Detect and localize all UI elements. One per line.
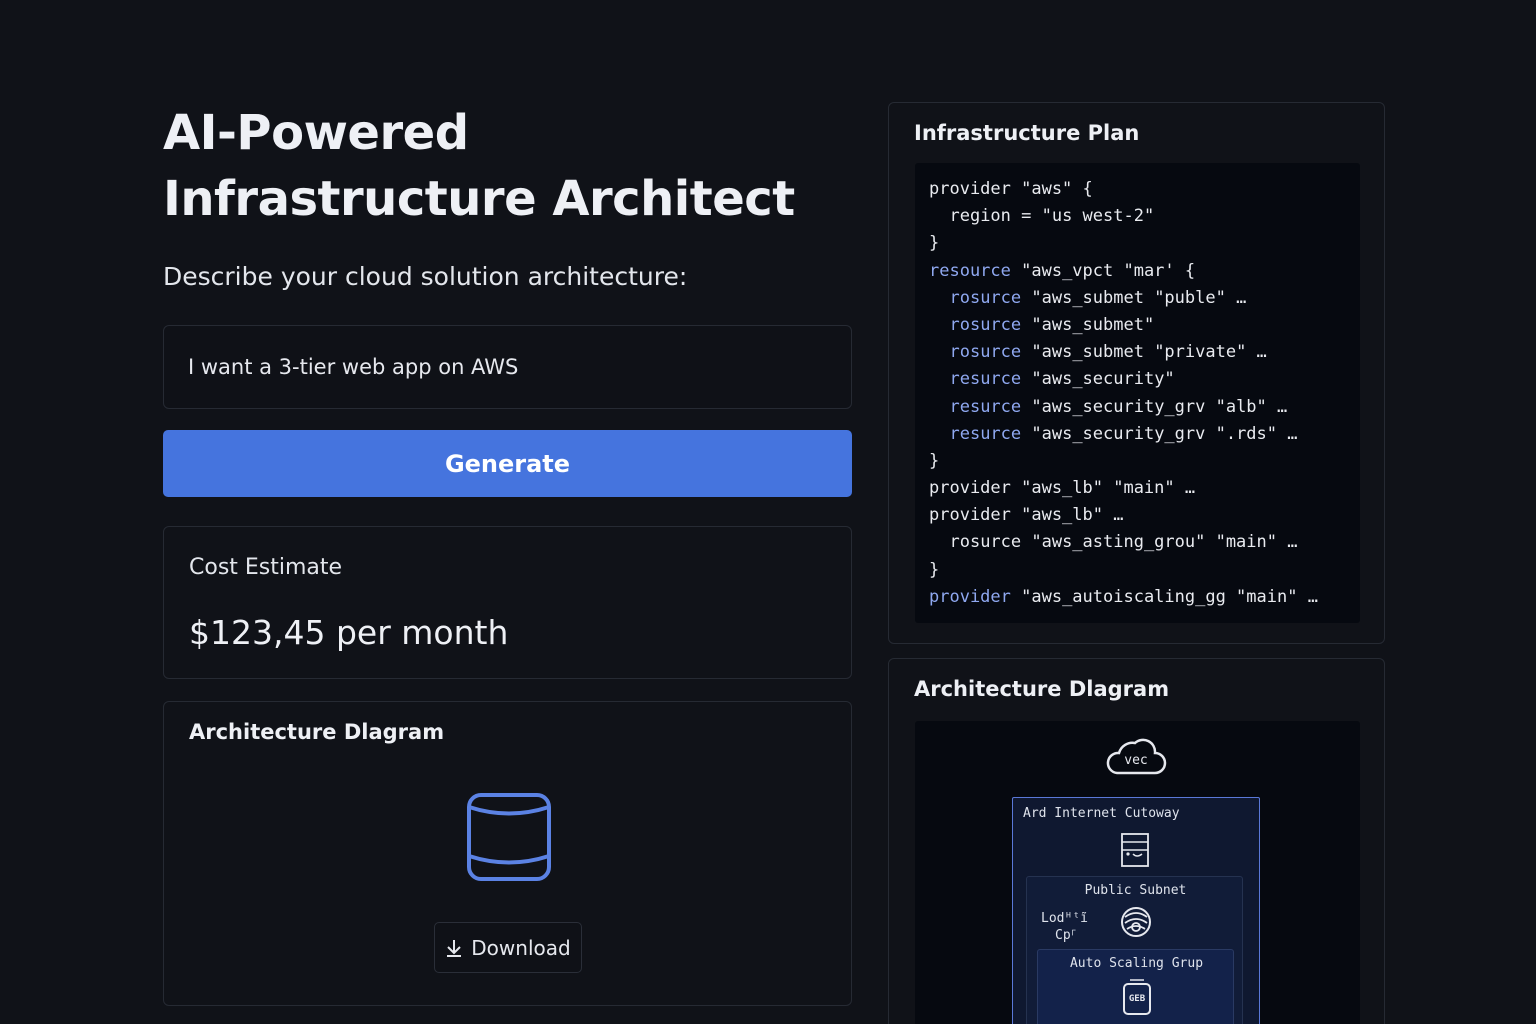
download-label: Download bbox=[471, 935, 571, 960]
architecture-diagram-card: Architecture Dlagram Download bbox=[163, 701, 852, 1006]
code-text: provider "aws_lb" "main" … bbox=[929, 478, 1196, 499]
code-text: region = "us west-2" bbox=[949, 206, 1155, 227]
code-keyword: provider bbox=[929, 586, 1011, 607]
download-icon bbox=[447, 939, 462, 957]
architecture-preview-card: Architecture Dlagram vec Ard Internet Cu… bbox=[888, 658, 1385, 1024]
page-title: AI-Powered Infrastructure Architect bbox=[163, 105, 795, 227]
code-text: "aws_submet "private" … bbox=[1021, 342, 1267, 363]
load-balancer-icon bbox=[1121, 907, 1151, 937]
code-text: "aws_security_grv ".rds" … bbox=[1021, 423, 1298, 444]
code-text: provider "aws" { bbox=[929, 179, 1093, 199]
code-keyword: resurce bbox=[949, 396, 1022, 417]
code-keyword: resurce bbox=[949, 423, 1022, 444]
load-balancer-label-line-1: Lodᴴᵗĩ bbox=[1041, 911, 1088, 926]
cost-estimate-card: Cost Estimate $123,45 per month bbox=[163, 526, 852, 679]
public-subnet-label: Public Subnet bbox=[1084, 883, 1187, 898]
code-line: provider "aws" { bbox=[929, 176, 1360, 203]
app-page: AI-Powered Infrastructure Architect Desc… bbox=[0, 0, 1536, 1024]
code-text: "aws_security" bbox=[1021, 369, 1175, 390]
code-line: rosurce "aws_submet "private" … bbox=[929, 339, 1360, 366]
code-line: } bbox=[929, 557, 1360, 584]
code-text: provider "aws_lb" … bbox=[929, 505, 1124, 526]
code-line: region = "us west-2" bbox=[929, 203, 1360, 230]
code-text: "aws_vpct "mar' { bbox=[1010, 260, 1196, 281]
code-keyword: rosurce bbox=[949, 342, 1022, 363]
auto-scaling-group: Auto Scaling Grup GEB bbox=[1037, 949, 1234, 1024]
code-line: } bbox=[929, 448, 1360, 475]
generate-button[interactable]: Generate bbox=[163, 430, 852, 497]
cost-estimate-value: $123,45 per month bbox=[189, 613, 509, 652]
code-keyword: resurce bbox=[949, 369, 1022, 390]
code-text: } bbox=[929, 559, 940, 580]
ec2-label: GEB bbox=[1128, 994, 1146, 1004]
code-text: rosurce "aws_asting_grou" "main" … bbox=[949, 532, 1298, 553]
code-line: resurce "aws_security" bbox=[929, 366, 1360, 393]
code-line: resurce "aws_security_grv ".rds" … bbox=[929, 421, 1360, 448]
code-line: provider "aws_lb" "main" … bbox=[929, 475, 1360, 502]
public-subnet: Public Subnet Lodᴴᵗĩ Cp⸀ Auto Scaling Gr… bbox=[1026, 876, 1243, 1024]
cost-estimate-title: Cost Estimate bbox=[189, 555, 343, 580]
vpc-cloud-label: vec bbox=[1124, 753, 1148, 768]
code-keyword: rosurce bbox=[949, 287, 1022, 308]
internet-gateway-icon bbox=[1121, 833, 1149, 867]
code-text: "aws_submet "puble" … bbox=[1021, 287, 1247, 308]
code-keyword: resource bbox=[929, 260, 1011, 281]
vpc-boundary: Ard Internet Cutoway Public Subnet Lodᴴᵗ… bbox=[1012, 797, 1260, 1024]
code-line: resurce "aws_security_grv "alb" … bbox=[929, 394, 1360, 421]
code-line: provider "aws_autoiscaling_gg "main" … bbox=[929, 584, 1360, 611]
code-text: } bbox=[929, 233, 940, 254]
load-balancer-label-line-2: Cp⸀ bbox=[1055, 928, 1078, 943]
terraform-code-block: provider "aws" { region = "us west-2"} re… bbox=[915, 163, 1360, 623]
infrastructure-plan-card: Infrastructure Plan provider "aws" { reg… bbox=[888, 102, 1385, 644]
architecture-preview-title: Architecture Dlagram bbox=[914, 677, 1170, 701]
auto-scaling-group-label: Auto Scaling Grup bbox=[1069, 956, 1204, 971]
architecture-diagram-title: Architecture Dlagram bbox=[189, 720, 445, 744]
code-line: } bbox=[929, 230, 1360, 257]
code-line: rosurce "aws_submet "puble" … bbox=[929, 285, 1360, 312]
code-text: } bbox=[929, 450, 940, 471]
code-line: provider "aws_lb" … bbox=[929, 502, 1360, 529]
database-icon bbox=[467, 793, 551, 881]
prompt-label: Describe your cloud solution architectur… bbox=[163, 262, 688, 291]
code-line: resource "aws_vpct "mar' { bbox=[929, 258, 1360, 285]
architecture-prompt-input[interactable] bbox=[163, 325, 852, 409]
code-text: "aws_security_grv "alb" … bbox=[1021, 396, 1288, 417]
code-text: "aws_submet" bbox=[1021, 314, 1155, 335]
infrastructure-plan-title: Infrastructure Plan bbox=[914, 121, 1140, 145]
vpc-label: Ard Internet Cutoway bbox=[1023, 806, 1180, 821]
code-line: rosurce "aws_submet" bbox=[929, 312, 1360, 339]
code-text: "aws_autoiscaling_gg "main" … bbox=[1010, 586, 1318, 607]
code-line: rosurce "aws_asting_grou" "main" … bbox=[929, 529, 1360, 556]
code-keyword: rosurce bbox=[949, 314, 1022, 335]
architecture-canvas: vec Ard Internet Cutoway Public Subnet L… bbox=[915, 721, 1360, 1024]
download-button[interactable]: Download bbox=[434, 922, 582, 973]
